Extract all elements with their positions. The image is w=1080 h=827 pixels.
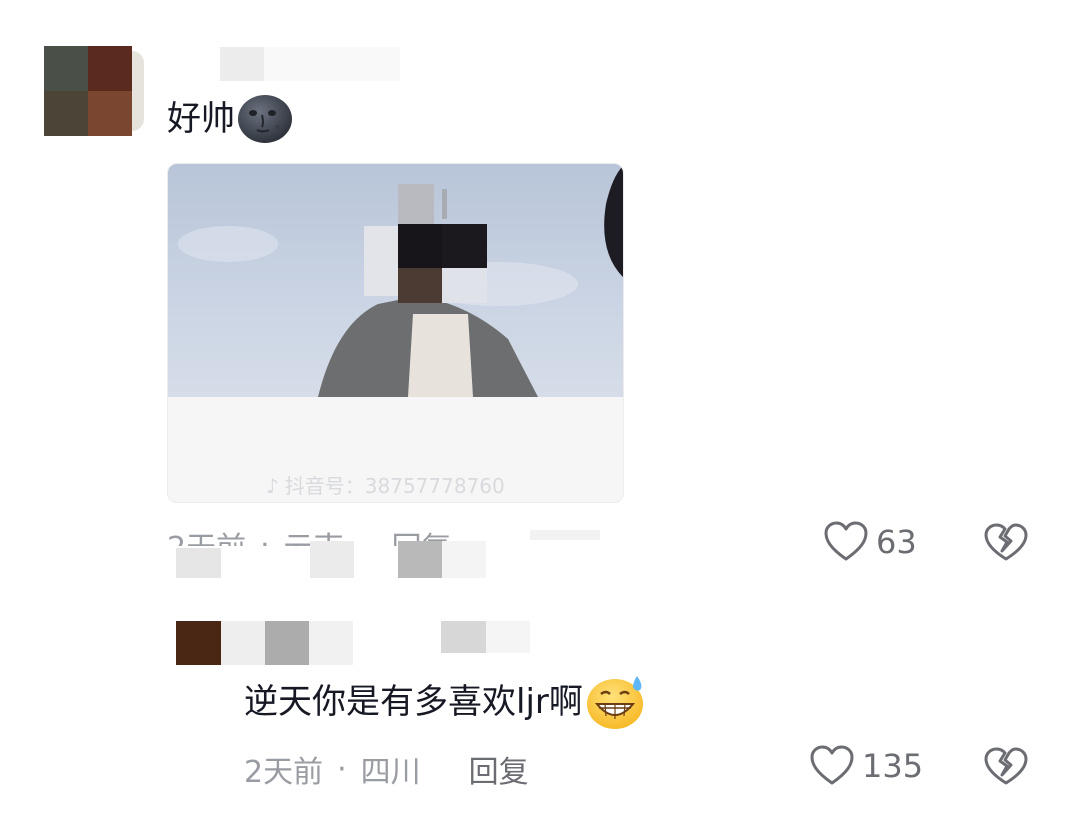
- redaction-block: [442, 541, 486, 578]
- username: [486, 621, 530, 653]
- heart-icon[interactable]: [810, 745, 854, 787]
- comment-location: 四川: [360, 755, 421, 790]
- broken-heart-icon[interactable]: [984, 523, 1028, 563]
- grinning-sweat-face-icon: [585, 674, 647, 730]
- comment-text: 逆天你是有多喜欢ljr啊: [244, 682, 583, 722]
- comment-item: 好帅 ♪ 抖音号：38757778760 · 63: [0, 0, 1080, 590]
- redaction-block: [398, 541, 442, 578]
- avatar[interactable]: [176, 621, 221, 665]
- username: [309, 621, 353, 665]
- comment-image[interactable]: ♪ 抖音号：38757778760: [167, 163, 624, 503]
- broken-heart-icon[interactable]: [984, 747, 1028, 787]
- avatar[interactable]: [44, 46, 144, 136]
- redaction-block: [530, 530, 600, 540]
- username[interactable]: [220, 47, 264, 81]
- reply-item: 逆天你是有多喜欢ljr啊 2天前 · 四川 回复 135: [0, 600, 1080, 827]
- reply-button[interactable]: 回复: [469, 747, 529, 791]
- username: [264, 47, 400, 81]
- separator: ·: [337, 751, 347, 787]
- username: [441, 621, 486, 653]
- username[interactable]: [221, 621, 265, 665]
- like-count: 135: [862, 747, 924, 785]
- new-moon-face-icon: [238, 94, 292, 144]
- username: [265, 621, 309, 665]
- comment-time: 2天前: [244, 755, 324, 790]
- heart-icon[interactable]: [824, 521, 868, 563]
- comment-text: 好帅: [167, 99, 235, 139]
- image-watermark: ♪ 抖音号：38757778760: [266, 474, 505, 498]
- photo: [168, 164, 623, 397]
- like-count: 63: [876, 523, 917, 561]
- redaction-block: [176, 548, 221, 578]
- tiktok-logo-icon: ♪: [266, 474, 279, 498]
- redaction-block: [310, 541, 354, 578]
